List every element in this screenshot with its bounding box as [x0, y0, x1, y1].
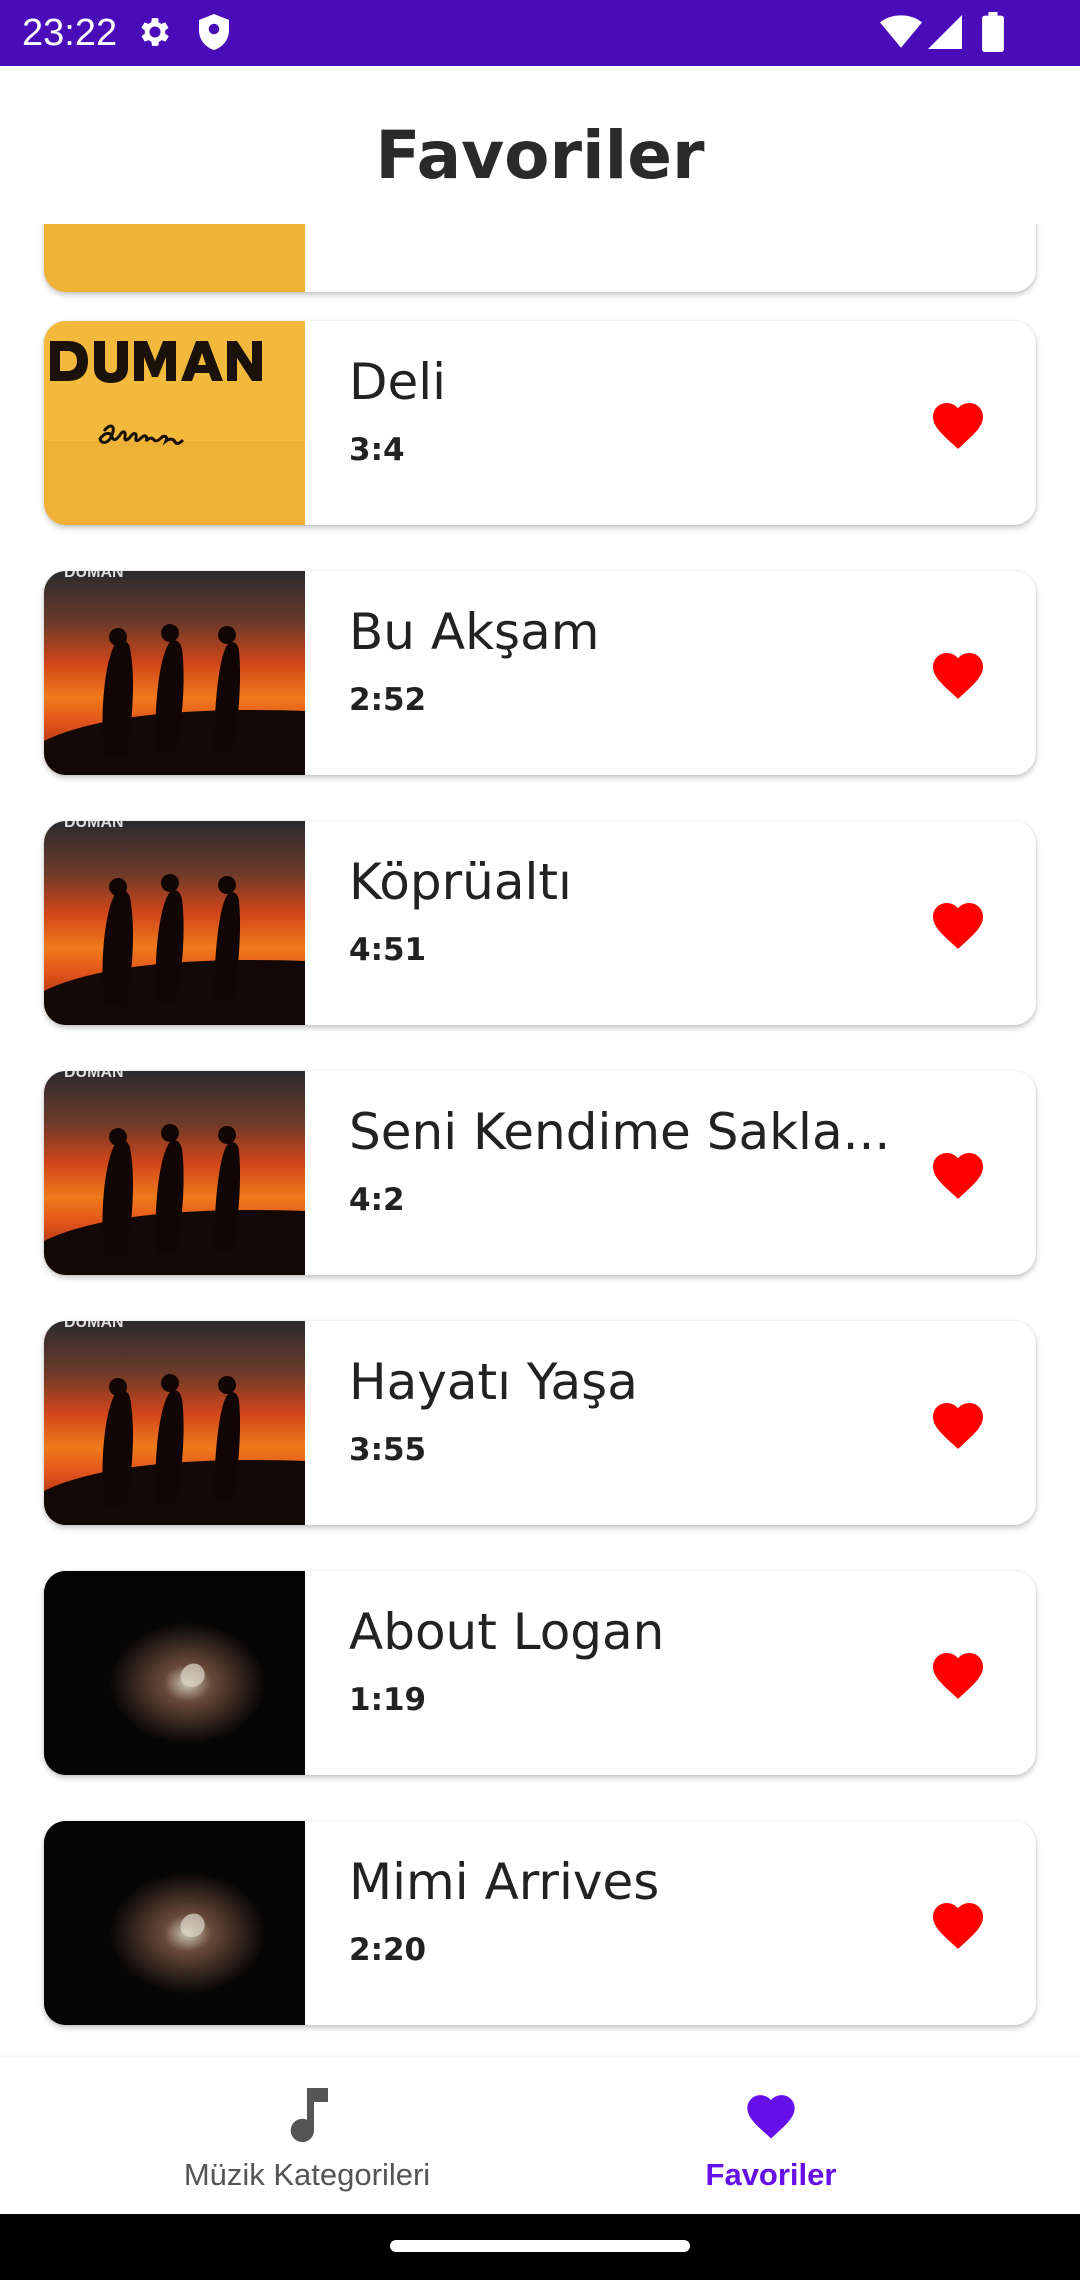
svg-text:DUMAN: DUMAN — [64, 1321, 124, 1331]
song-title: Bu Akşam — [349, 603, 600, 661]
bottom-navigation: Müzik Kategorileri Favoriler — [0, 2058, 1080, 2214]
album-cover — [44, 1571, 305, 1775]
song-title: Deli — [349, 353, 447, 411]
wifi-icon — [880, 14, 922, 54]
song-card[interactable]: DUMAN Bu Akşam 2:52 — [44, 571, 1036, 775]
song-title: Köprüaltı — [349, 853, 572, 911]
svg-text:DUMAN: DUMAN — [64, 1071, 124, 1081]
album-cover — [44, 224, 305, 292]
song-duration: 2:20 — [349, 1932, 427, 1968]
music-note-icon — [290, 2088, 328, 2143]
album-cover: DUMAN — [44, 821, 305, 1025]
favorite-heart-icon[interactable] — [928, 395, 988, 451]
signal-icon — [928, 14, 962, 54]
favorite-heart-icon[interactable] — [928, 645, 988, 701]
nav-item-favorites[interactable]: Favoriler — [501, 2058, 1041, 2214]
song-title: Hayatı Yaşa — [349, 1353, 638, 1411]
album-cover: DUMAN — [44, 571, 305, 775]
song-title: Mimi Arrives — [349, 1853, 660, 1911]
song-duration: 2:52 — [349, 682, 427, 718]
album-cover — [44, 321, 305, 525]
favorite-heart-icon[interactable] — [928, 1895, 988, 1951]
shield-icon — [196, 12, 232, 56]
favorite-heart-icon[interactable] — [928, 895, 988, 951]
nav-label: Favoriler — [705, 2157, 837, 2192]
song-duration: 3:55 — [349, 1432, 427, 1468]
song-card[interactable]: Mimi Arrives 2:20 — [44, 1821, 1036, 2025]
header: Favoriler — [0, 66, 1080, 224]
song-card[interactable]: DUMAN Hayatı Yaşa 3:55 — [44, 1321, 1036, 1525]
album-cover — [44, 1821, 305, 2025]
svg-text:DUMAN: DUMAN — [64, 821, 124, 831]
song-title: About Logan — [349, 1603, 665, 1661]
gear-icon — [136, 12, 174, 56]
song-title: Seni Kendime Sakla... — [349, 1103, 891, 1161]
song-duration: 3:4 — [349, 432, 405, 468]
favorite-heart-icon[interactable] — [928, 1645, 988, 1701]
favorites-list[interactable]: Deli 3:4 DUMAN Bu Akşam 2:52 DUMAN Köprü… — [0, 224, 1080, 2058]
song-card[interactable]: DUMAN Seni Kendime Sakla... 4:2 — [44, 1071, 1036, 1275]
song-card[interactable]: Deli 3:4 — [44, 321, 1036, 525]
battery-icon — [982, 12, 1004, 56]
nav-item-music-categories[interactable]: Müzik Kategorileri — [37, 2058, 577, 2214]
status-time: 23:22 — [22, 12, 118, 54]
favorite-heart-icon[interactable] — [928, 1145, 988, 1201]
album-cover: DUMAN — [44, 1071, 305, 1275]
album-cover: DUMAN — [44, 1321, 305, 1525]
home-gesture-handle[interactable] — [390, 2240, 690, 2252]
song-duration: 4:51 — [349, 932, 427, 968]
svg-text:DUMAN: DUMAN — [64, 571, 124, 581]
song-duration: 1:19 — [349, 1682, 427, 1718]
song-card[interactable]: DUMAN Köprüaltı 4:51 — [44, 821, 1036, 1025]
status-bar: 23:22 — [0, 0, 1080, 66]
page-title: Favoriler — [375, 117, 705, 194]
song-card[interactable]: About Logan 1:19 — [44, 1571, 1036, 1775]
favorite-heart-icon[interactable] — [928, 1395, 988, 1451]
heart-icon — [747, 2095, 795, 2139]
system-gesture-bar — [0, 2214, 1080, 2280]
song-card[interactable] — [44, 224, 1036, 292]
nav-label: Müzik Kategorileri — [183, 2157, 431, 2192]
song-duration: 4:2 — [349, 1182, 405, 1218]
